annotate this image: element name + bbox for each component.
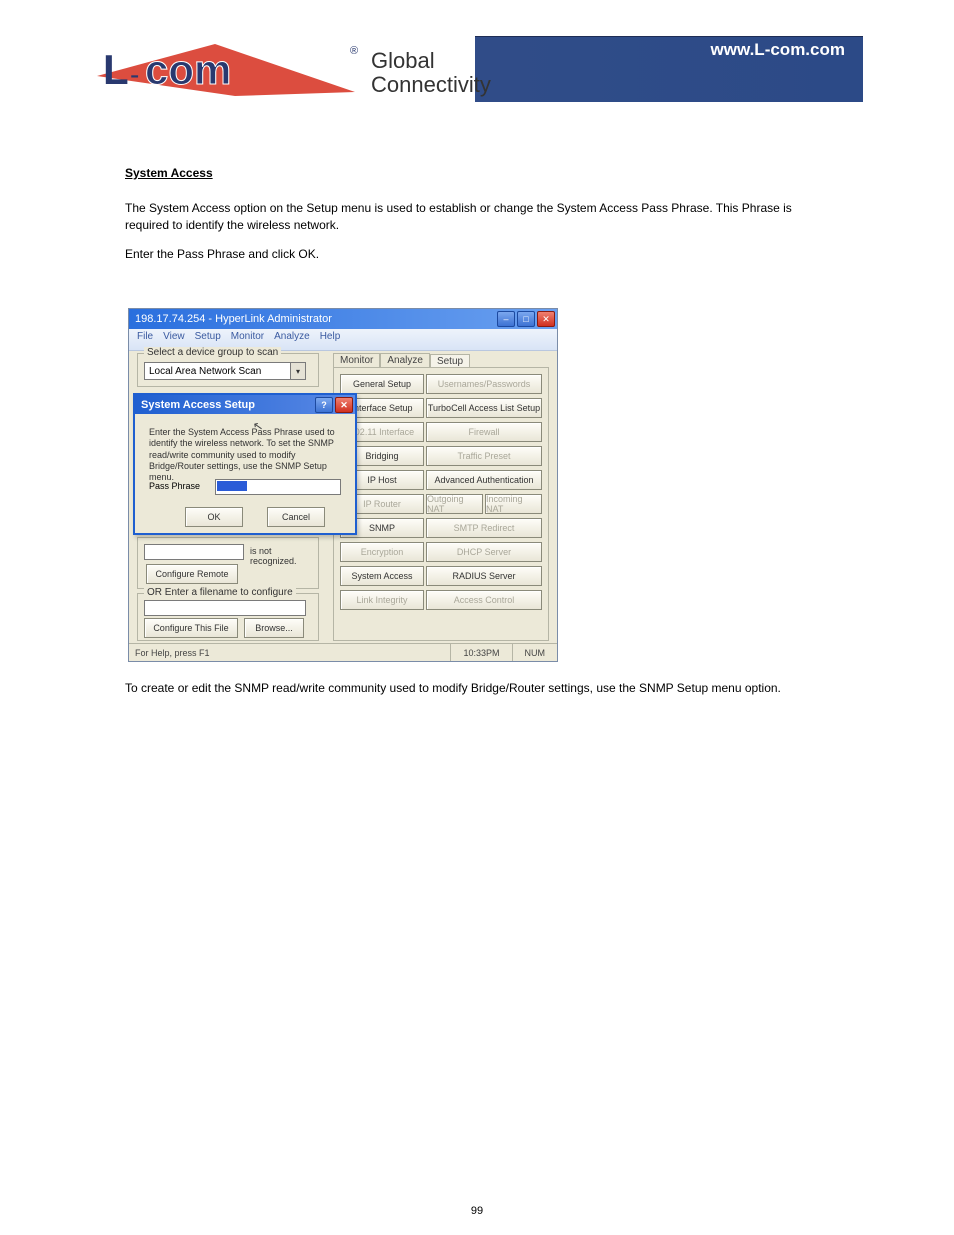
svg-text:®: ® (350, 45, 358, 57)
close-icon[interactable]: ✕ (537, 311, 555, 327)
tagline-1: Global (371, 48, 435, 74)
menu-monitor[interactable]: Monitor (231, 331, 264, 348)
status-time: 10:33PM (450, 644, 511, 661)
help-icon[interactable]: ? (315, 397, 333, 413)
setup-panel: General Setup Interface Setup 802.11 Int… (333, 367, 549, 641)
svg-text:-: - (130, 59, 139, 90)
btn-incoming-nat[interactable]: Incoming NAT (485, 494, 542, 514)
ok-button[interactable]: OK (185, 507, 243, 527)
btn-usernames-passwords[interactable]: Usernames/Passwords (426, 374, 542, 394)
file-input[interactable] (144, 600, 306, 616)
btn-dhcp-server[interactable]: DHCP Server (426, 542, 542, 562)
warn-text: is not recognized. (250, 546, 318, 566)
tab-setup[interactable]: Setup (430, 354, 470, 368)
btn-traffic-preset[interactable]: Traffic Preset (426, 446, 542, 466)
paragraph-3: To create or edit the SNMP read/write co… (125, 680, 835, 697)
status-help: For Help, press F1 (129, 648, 450, 658)
btn-turbocell-access[interactable]: TurboCell Access List Setup (426, 398, 542, 418)
scan-group-title: Select a device group to scan (144, 347, 281, 358)
window-title: 198.17.74.254 - HyperLink Administrator (135, 313, 332, 325)
tab-strip: Monitor Analyze Setup (333, 353, 549, 367)
chevron-down-icon[interactable]: ▾ (290, 363, 305, 379)
menu-view[interactable]: View (163, 331, 185, 348)
app-window: 198.17.74.254 - HyperLink Administrator … (128, 308, 558, 662)
scan-group: Select a device group to scan Local Area… (137, 353, 319, 387)
status-num: NUM (512, 644, 558, 661)
dialog-description: Enter the System Access Pass Phrase used… (149, 427, 343, 483)
btn-configure-file[interactable]: Configure This File (144, 618, 238, 638)
scan-selected: Local Area Network Scan (149, 366, 261, 377)
file-group: OR Enter a filename to configure Configu… (137, 593, 319, 641)
passphrase-selection (217, 481, 247, 491)
minimize-icon[interactable]: – (497, 311, 515, 327)
maximize-icon[interactable]: □ (517, 311, 535, 327)
status-bar: For Help, press F1 10:33PM NUM (129, 643, 557, 661)
warn-input[interactable] (144, 544, 244, 560)
svg-text:L: L (103, 46, 129, 93)
btn-access-control[interactable]: Access Control (426, 590, 542, 610)
paragraph-2: Enter the Pass Phrase and click OK. (125, 246, 835, 263)
menu-analyze[interactable]: Analyze (274, 331, 310, 348)
btn-link-integrity[interactable]: Link Integrity (340, 590, 424, 610)
svg-text:com: com (145, 46, 231, 93)
header-url: www.L-com.com (711, 40, 845, 60)
btn-general-setup[interactable]: General Setup (340, 374, 424, 394)
btn-encryption[interactable]: Encryption (340, 542, 424, 562)
warn-group: is not recognized. Configure Remote (137, 537, 319, 589)
brand-logo: L - com ® Global Connectivity (95, 36, 475, 102)
passphrase-label: Pass Phrase (149, 481, 200, 491)
cancel-button[interactable]: Cancel (267, 507, 325, 527)
tab-monitor[interactable]: Monitor (333, 353, 380, 367)
tagline-2: Connectivity (371, 72, 491, 98)
btn-smtp-redirect[interactable]: SMTP Redirect (426, 518, 542, 538)
btn-firewall[interactable]: Firewall (426, 422, 542, 442)
menu-file[interactable]: File (137, 331, 153, 348)
btn-browse[interactable]: Browse... (244, 618, 304, 638)
menu-setup[interactable]: Setup (195, 331, 221, 348)
dialog-titlebar[interactable]: System Access Setup ? ✕ (135, 395, 355, 414)
btn-outgoing-nat[interactable]: Outgoing NAT (426, 494, 483, 514)
dialog-close-icon[interactable]: ✕ (335, 397, 353, 413)
window-titlebar[interactable]: 198.17.74.254 - HyperLink Administrator … (129, 309, 557, 329)
page-number: 99 (0, 1205, 954, 1217)
btn-advanced-auth[interactable]: Advanced Authentication (426, 470, 542, 490)
file-group-title: OR Enter a filename to configure (144, 587, 296, 598)
paragraph-1: The System Access option on the Setup me… (125, 200, 835, 235)
section-heading: System Access (125, 166, 213, 180)
btn-configure-remote[interactable]: Configure Remote (146, 564, 238, 584)
menu-help[interactable]: Help (320, 331, 341, 348)
btn-system-access[interactable]: System Access (340, 566, 424, 586)
dialog-title: System Access Setup (141, 399, 255, 411)
btn-radius-server[interactable]: RADIUS Server (426, 566, 542, 586)
system-access-dialog: System Access Setup ? ✕ ↖ Enter the Syst… (133, 393, 357, 535)
scan-select[interactable]: Local Area Network Scan ▾ (144, 362, 306, 380)
tab-analyze[interactable]: Analyze (380, 353, 430, 367)
